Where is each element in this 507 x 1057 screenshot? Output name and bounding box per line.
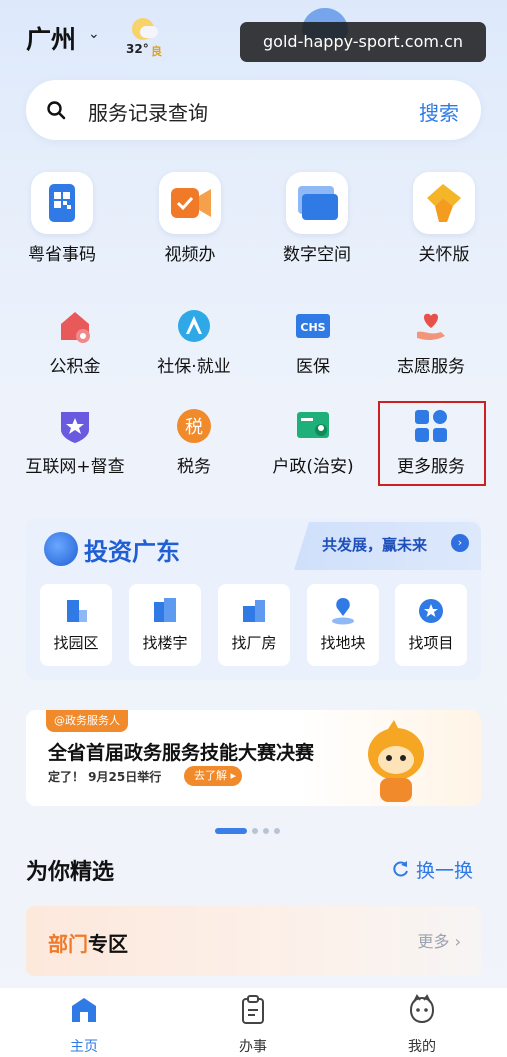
factory-icon bbox=[239, 596, 269, 626]
more-label: 更多 bbox=[417, 932, 450, 951]
invest-item-label: 找园区 bbox=[53, 634, 99, 652]
service-label: 税务 bbox=[177, 457, 211, 477]
search-icon bbox=[47, 101, 66, 120]
search-button[interactable]: 搜索 bbox=[419, 97, 459, 126]
building-icon bbox=[150, 596, 180, 626]
carousel-indicator bbox=[215, 820, 285, 839]
service-label: 关怀版 bbox=[418, 245, 470, 265]
mascot-icon bbox=[368, 720, 424, 802]
invest-item-land[interactable]: 找地块 bbox=[307, 584, 379, 666]
air-quality: 良 bbox=[151, 45, 162, 58]
social-security-icon bbox=[174, 306, 214, 346]
search-bar[interactable]: 服务记录查询 搜索 bbox=[26, 80, 481, 140]
tab-label: 办事 bbox=[239, 1039, 267, 1055]
department-more-link[interactable]: 更多 › bbox=[417, 928, 461, 952]
department-title: 部门专区 bbox=[48, 928, 128, 957]
tax-icon: 税 bbox=[174, 406, 214, 446]
service-medical-insurance[interactable]: CHS 医保 bbox=[259, 306, 367, 377]
chs-badge-text: CHS bbox=[300, 321, 325, 334]
carousel-dot bbox=[252, 827, 258, 834]
chevron-right-icon[interactable]: › bbox=[451, 534, 469, 552]
project-icon bbox=[416, 596, 446, 626]
city-selector[interactable]: 广州 bbox=[26, 20, 76, 56]
tab-profile[interactable]: 我的 bbox=[382, 994, 462, 1056]
carousel-dot-active bbox=[215, 827, 247, 834]
banner-title: 全省首届政务服务技能大赛决赛 bbox=[48, 742, 315, 764]
refresh-label: 换一换 bbox=[416, 860, 474, 882]
id-card-icon bbox=[293, 406, 333, 446]
video-icon bbox=[159, 172, 221, 234]
care-icon bbox=[413, 172, 475, 234]
invest-logo-icon bbox=[44, 532, 78, 566]
refresh-icon bbox=[393, 861, 408, 877]
invest-item-label: 找厂房 bbox=[231, 634, 277, 652]
service-label: 户政(治安) bbox=[272, 457, 354, 477]
folder-icon bbox=[286, 172, 348, 234]
service-digital-space[interactable]: 数字空间 bbox=[263, 172, 371, 265]
medical-insurance-icon: CHS bbox=[293, 306, 333, 346]
watermark: gold-happy-sport.com.cn bbox=[240, 22, 486, 62]
service-tax[interactable]: 税 税务 bbox=[140, 406, 248, 477]
carousel-dot bbox=[274, 827, 280, 834]
service-label: 视频办 bbox=[164, 245, 216, 265]
banner-learn-more-button[interactable]: 去了解 ▸ bbox=[184, 766, 243, 786]
tab-label: 我的 bbox=[408, 1039, 436, 1055]
house-fund-icon bbox=[55, 306, 95, 346]
service-label: 粤省事码 bbox=[28, 245, 96, 265]
service-housing-fund[interactable]: 公积金 bbox=[21, 306, 129, 377]
service-volunteer[interactable]: 志愿服务 bbox=[377, 306, 485, 377]
tax-glyph: 税 bbox=[185, 417, 203, 438]
invest-item-park[interactable]: 找园区 bbox=[40, 584, 112, 666]
more-services-highlight bbox=[378, 401, 486, 486]
service-video[interactable]: 视频办 bbox=[136, 172, 244, 265]
promo-banner[interactable]: @政务服务人 全省首届政务服务技能大赛决赛 定了！ 9月25日举行 去了解 ▸ bbox=[26, 710, 481, 806]
invest-guangdong-panel[interactable]: 投资广东 共发展，赢未来 › 找园区 找楼宇 找厂房 找地块 找项目 bbox=[26, 518, 481, 680]
banner-subtitle: 定了！ 9月25日举行 bbox=[48, 770, 162, 784]
invest-item-building[interactable]: 找楼宇 bbox=[129, 584, 201, 666]
clipboard-icon bbox=[242, 995, 264, 1024]
invest-item-project[interactable]: 找项目 bbox=[395, 584, 467, 666]
service-social-security[interactable]: 社保·就业 bbox=[140, 306, 248, 377]
carousel-dot bbox=[263, 827, 269, 834]
temperature: 32° bbox=[126, 42, 149, 56]
land-icon bbox=[328, 596, 358, 626]
service-label: 数字空间 bbox=[283, 245, 351, 265]
service-internet-inspection[interactable]: 互联网+督查 bbox=[21, 406, 129, 477]
search-input[interactable]: 服务记录查询 bbox=[88, 97, 208, 126]
banner-tag: @政务服务人 bbox=[46, 710, 128, 732]
home-icon bbox=[72, 998, 96, 1022]
tab-home[interactable]: 主页 bbox=[44, 994, 124, 1056]
service-care-mode[interactable]: 关怀版 bbox=[390, 172, 498, 265]
invest-item-label: 找地块 bbox=[320, 634, 366, 652]
invest-tagline[interactable]: 共发展，赢未来 bbox=[322, 534, 427, 555]
service-yueshengshi-code[interactable]: 粤省事码 bbox=[8, 172, 116, 265]
chevron-right-icon: › bbox=[454, 932, 461, 951]
bottom-tab-bar: 主页 办事 我的 bbox=[0, 988, 507, 1057]
department-title-part1: 部门 bbox=[48, 932, 88, 956]
invest-title: 投资广东 bbox=[84, 538, 180, 566]
chevron-down-icon[interactable]: ⌄ bbox=[88, 26, 100, 42]
service-label: 互联网+督查 bbox=[25, 457, 125, 477]
department-title-part2: 专区 bbox=[88, 932, 128, 956]
top-bar: 广州 ⌄ 32° 良 gold-happy-sport.com.cn bbox=[0, 0, 507, 75]
tab-services[interactable]: 办事 bbox=[213, 994, 293, 1056]
tab-label: 主页 bbox=[70, 1039, 98, 1055]
park-icon bbox=[61, 596, 91, 626]
service-household-registration[interactable]: 户政(治安) bbox=[259, 406, 367, 477]
department-zone-card[interactable]: 部门专区 更多 › bbox=[26, 906, 481, 976]
service-label: 志愿服务 bbox=[397, 357, 465, 377]
invest-item-factory[interactable]: 找厂房 bbox=[218, 584, 290, 666]
service-label: 公积金 bbox=[49, 357, 101, 377]
service-label: 社保·就业 bbox=[157, 357, 231, 377]
section-title: 为你精选 bbox=[26, 860, 115, 885]
service-label: 医保 bbox=[296, 357, 330, 377]
banner-button-label: 去了解 bbox=[194, 769, 227, 782]
volunteer-icon bbox=[411, 306, 451, 346]
qr-code-icon bbox=[31, 172, 93, 234]
invest-item-label: 找楼宇 bbox=[142, 634, 188, 652]
profile-mascot-icon bbox=[409, 994, 435, 1024]
invest-item-label: 找项目 bbox=[408, 634, 454, 652]
shield-star-icon bbox=[55, 406, 95, 446]
